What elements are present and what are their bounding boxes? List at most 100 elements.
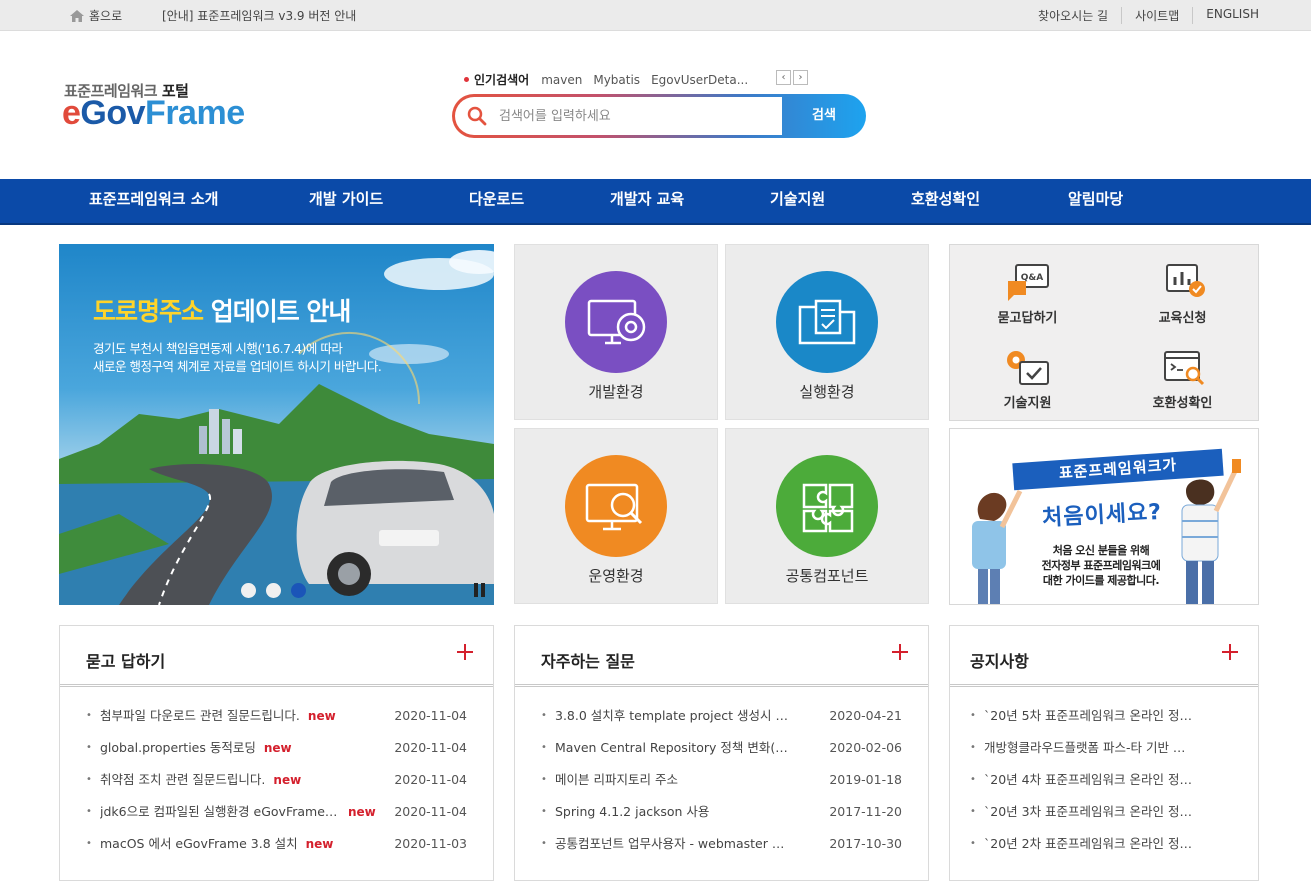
list-item[interactable]: • global.properties 동적로딩 new 2020-11-04 [86,737,467,769]
tile-ops-environment[interactable]: 운영환경 [514,428,718,604]
nav-item-intro[interactable]: 표준프레임워크 소개 [89,179,218,223]
promo-text-line: 전자정부 표준프레임워크에 [1041,559,1161,572]
item-title[interactable]: Maven Central Repository 정책 변화(2… [555,737,795,769]
promo-text-line: 대한 가이드를 제공합니다. [1042,574,1160,587]
item-title[interactable]: 3.8.0 설치후 template project 생성시 … [555,705,788,737]
banner-description: 경기도 부천시 책임읍면동제 시행('16.7.4)에 따라 새로운 행정구역 … [93,340,382,376]
main-navigation: 표준프레임워크 소개 개발 가이드 다운로드 개발자 교육 기술지원 호환성확인… [0,179,1311,225]
list-item[interactable]: • `20년 2차 표준프레임워크 온라인 정… [970,833,1248,865]
banner-dot-active[interactable] [291,583,306,598]
bullet-icon: • [86,838,92,849]
board-title[interactable]: 묻고 답하기 [86,648,165,672]
new-badge: new [263,741,292,755]
list-item[interactable]: • 취약점 조치 관련 질문드립니다. new 2020-11-04 [86,769,467,801]
bullet-icon: • [970,774,976,785]
plus-icon[interactable] [457,644,473,660]
quick-link-label: 교육신청 [1158,311,1207,326]
board-title[interactable]: 공지사항 [970,648,1029,672]
list-item[interactable]: • `20년 3차 표준프레임워크 온라인 정… [970,801,1248,833]
pause-icon[interactable] [474,583,485,597]
item-title[interactable]: jdk6으로 컴파일된 실행환경 eGovFrame … [100,801,340,833]
bullet-icon: • [541,806,547,817]
list-item[interactable]: • 3.8.0 설치후 template project 생성시 … 2020-04… [541,705,902,737]
english-link[interactable]: ENGLISH [1192,7,1259,24]
tile-runtime-environment[interactable]: 실행환경 [725,244,929,420]
item-title[interactable]: global.properties 동적로딩 [100,737,256,769]
top-utility-bar: 홈으로 [안내] 표준프레임워크 v3.9 버전 안내 찾아오시는 길 사이트맵… [0,0,1311,31]
quick-link-qna[interactable]: Q&A 묻고답하기 [950,263,1105,326]
nav-item-compatibility[interactable]: 호환성확인 [911,179,980,223]
bullet-icon: • [86,742,92,753]
item-title[interactable]: 개방형클라우드플랫폼 파스-타 기반 … [984,737,1185,769]
plus-icon[interactable] [1222,644,1238,660]
quick-link-compatibility[interactable]: 호환성확인 [1105,348,1260,411]
board-title[interactable]: 자주하는 질문 [541,648,635,672]
item-title[interactable]: `20년 3차 표준프레임워크 온라인 정… [984,801,1192,833]
quick-link-tech-support[interactable]: 기술지원 [950,348,1105,411]
search-button[interactable]: 검색 [782,94,866,138]
quick-links: Q&A 묻고답하기 교육신청 기술지원 호환성확인 [949,244,1259,421]
sitemap-link[interactable]: 사이트맵 [1121,7,1192,24]
popular-keyword[interactable]: Mybatis [593,73,640,87]
home-link[interactable]: 홈으로 [70,7,122,24]
directions-link[interactable]: 찾아오시는 길 [1025,7,1121,24]
list-item[interactable]: • macOS 에서 eGovFrame 3.8 설치 new 2020-11-03 [86,833,467,865]
tile-common-components[interactable]: 공통컴포넌트 [725,428,929,604]
list-item[interactable]: • Spring 4.1.2 jackson 사용 2017-11-20 [541,801,902,833]
new-badge: new [305,837,334,851]
board-list: • 3.8.0 설치후 template project 생성시 … 2020-04… [541,705,902,865]
tile-dev-environment[interactable]: 개발환경 [514,244,718,420]
popular-keyword[interactable]: maven [541,73,582,87]
main-banner[interactable]: 도로명주소 업데이트 안내 경기도 부천시 책임읍면동제 시행('16.7.4)… [59,244,494,605]
list-item[interactable]: • 개방형클라우드플랫폼 파스-타 기반 … [970,737,1248,769]
item-title[interactable]: 첨부파일 다운로드 관련 질문드립니다. [100,705,300,737]
list-item[interactable]: • `20년 5차 표준프레임워크 온라인 정… [970,705,1248,737]
nav-item-notice-board[interactable]: 알림마당 [1068,179,1123,223]
logo-e: e [62,94,81,132]
tile-label: 실행환경 [799,383,855,401]
item-title[interactable]: 메이븐 리파지토리 주소 [555,769,678,801]
plus-icon[interactable] [892,644,908,660]
board-header: 묻고 답하기 [60,626,493,687]
popular-keyword[interactable]: EgovUserDeta... [651,73,748,87]
promo-text: 처음 오신 분들을 위해 전자정부 표준프레임워크에 대한 가이드를 제공합니다… [1026,543,1176,588]
quick-link-education[interactable]: 교육신청 [1105,263,1260,326]
egovframe-logo[interactable]: eGovFrame [62,94,245,133]
list-item[interactable]: • 공통컴포넌트 업무사용자 - webmaster … 2017-10-30 [541,833,902,865]
item-title[interactable]: 공통컴포넌트 업무사용자 - webmaster … [555,833,784,865]
item-date: 2020-11-04 [394,804,467,819]
item-title[interactable]: `20년 2차 표준프레임워크 온라인 정… [984,833,1192,865]
item-title[interactable]: 취약점 조치 관련 질문드립니다. [100,769,265,801]
search-field-wrap [455,97,782,135]
qna-icon: Q&A [1007,264,1049,301]
list-item[interactable]: • jdk6으로 컴파일된 실행환경 eGovFrame … new 2020-11-… [86,801,467,833]
beginner-guide-promo[interactable]: 표준프레임워크가 처음이세요? 처음 오신 분들을 위해 전자정부 표준프레임워… [949,428,1259,605]
nav-item-tech-support[interactable]: 기술지원 [770,179,825,223]
banner-dot[interactable] [266,583,281,598]
banner-dot[interactable] [241,583,256,598]
list-item[interactable]: • 첨부파일 다운로드 관련 질문드립니다. new 2020-11-04 [86,705,467,737]
bullet-icon: • [86,710,92,721]
list-item[interactable]: • Maven Central Repository 정책 변화(2… 2020-0… [541,737,902,769]
bullet-icon: • [541,774,547,785]
item-title[interactable]: Spring 4.1.2 jackson 사용 [555,801,709,833]
nav-item-download[interactable]: 다운로드 [469,179,524,223]
new-badge: new [307,709,336,723]
bullet-icon: • [541,710,547,721]
search-box: 검색 [452,94,866,138]
quick-link-label: 묻고답하기 [997,311,1058,326]
item-title[interactable]: `20년 5차 표준프레임워크 온라인 정… [984,705,1192,737]
top-notice-link[interactable]: [안내] 표준프레임워크 v3.9 버전 안내 [162,7,356,24]
item-title[interactable]: `20년 4차 표준프레임워크 온라인 정… [984,769,1192,801]
chevron-right-icon[interactable]: › [793,70,808,85]
nav-item-dev-guide[interactable]: 개발 가이드 [309,179,383,223]
board-notice: 공지사항 • `20년 5차 표준프레임워크 온라인 정… • 개방형클라우드플랫폼… [949,625,1259,881]
item-date: 2020-11-04 [394,772,467,787]
search-input[interactable] [499,106,769,126]
list-item[interactable]: • 메이븐 리파지토리 주소 2019-01-18 [541,769,902,801]
nav-item-education[interactable]: 개발자 교육 [610,179,684,223]
list-item[interactable]: • `20년 4차 표준프레임워크 온라인 정… [970,769,1248,801]
chevron-left-icon[interactable]: ‹ [776,70,791,85]
item-title[interactable]: macOS 에서 eGovFrame 3.8 설치 [100,833,298,865]
bullet-icon: • [541,838,547,849]
